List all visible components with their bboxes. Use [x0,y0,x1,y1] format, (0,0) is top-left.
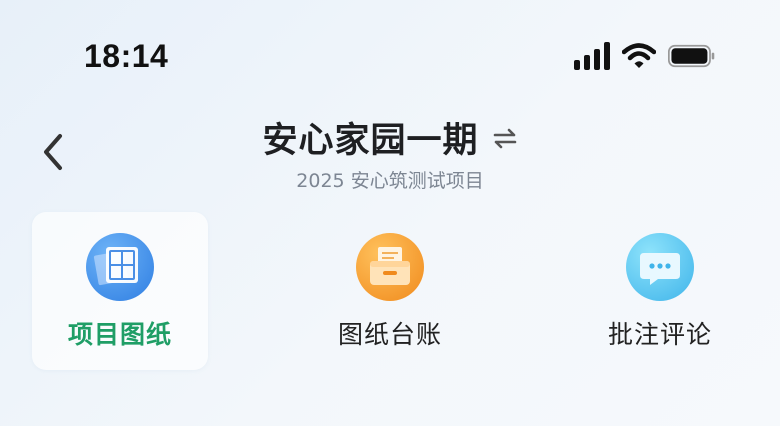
project-switcher[interactable]: 安心家园一期 [0,112,780,163]
function-menu: 项目图纸 图纸台账 批注评论 [32,212,748,370]
wifi-icon [622,43,656,68]
file-drawer-icon [356,233,424,301]
status-time: 18:14 [84,38,169,74]
menu-item-drawing-ledger[interactable]: 图纸台账 [302,212,478,370]
status-bar: 18:14 [0,0,780,110]
project-subtitle: 2025 安心筑测试项目 [296,170,484,192]
battery-icon [668,44,715,68]
switch-arrows-icon [493,128,516,148]
menu-label: 项目图纸 [67,320,172,349]
menu-item-annotations[interactable]: 批注评论 [572,212,748,370]
menu-item-project-drawings[interactable]: 项目图纸 [32,212,208,370]
chat-bubble-icon [626,233,694,301]
signal-icon [574,42,610,70]
header: 安心家园一期 2025 安心筑测试项目 [0,110,780,202]
status-icons [574,42,716,70]
menu-label: 图纸台账 [337,320,442,349]
project-title: 安心家园一期 [262,121,479,161]
menu-label: 批注评论 [607,320,712,349]
blueprint-icon [86,233,154,301]
